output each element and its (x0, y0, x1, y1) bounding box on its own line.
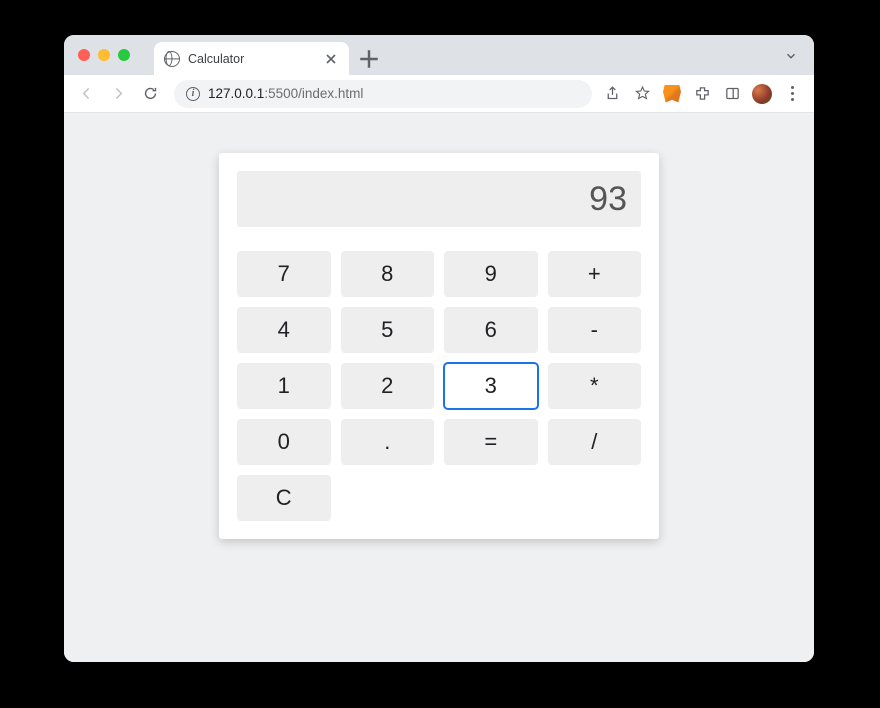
window-minimize-button[interactable] (98, 49, 110, 61)
calculator-keypad: 7 8 9 + 4 5 6 - 1 2 3 * 0 . = / (237, 251, 641, 465)
browser-window: Calculator i 127.0.0.1:5500/index.html (64, 35, 814, 662)
clear-row: C (237, 475, 641, 521)
key-plus[interactable]: + (548, 251, 642, 297)
close-tab-button[interactable] (323, 51, 339, 67)
key-clear[interactable]: C (237, 475, 331, 521)
side-panel-icon[interactable] (722, 84, 742, 104)
key-0[interactable]: 0 (237, 419, 331, 465)
key-divide[interactable]: / (548, 419, 642, 465)
key-7[interactable]: 7 (237, 251, 331, 297)
toolbar-actions (602, 84, 806, 104)
address-bar[interactable]: i 127.0.0.1:5500/index.html (174, 80, 592, 108)
browser-menu-button[interactable] (782, 84, 802, 104)
window-fullscreen-button[interactable] (118, 49, 130, 61)
key-multiply[interactable]: * (548, 363, 642, 409)
key-4[interactable]: 4 (237, 307, 331, 353)
back-button[interactable] (72, 80, 100, 108)
key-1[interactable]: 1 (237, 363, 331, 409)
chevron-down-icon[interactable] (784, 49, 802, 61)
window-close-button[interactable] (78, 49, 90, 61)
key-equals[interactable]: = (444, 419, 538, 465)
extension-metamask-icon[interactable] (662, 84, 682, 104)
page-viewport: 93 7 8 9 + 4 5 6 - 1 2 3 * 0 . = / C (64, 113, 814, 662)
key-9[interactable]: 9 (444, 251, 538, 297)
key-2[interactable]: 2 (341, 363, 435, 409)
calculator-display: 93 (237, 171, 641, 227)
key-dot[interactable]: . (341, 419, 435, 465)
key-8[interactable]: 8 (341, 251, 435, 297)
bookmark-icon[interactable] (632, 84, 652, 104)
tab-title: Calculator (188, 52, 323, 66)
key-5[interactable]: 5 (341, 307, 435, 353)
calculator-app: 93 7 8 9 + 4 5 6 - 1 2 3 * 0 . = / C (219, 153, 659, 539)
key-3[interactable]: 3 (444, 363, 538, 409)
new-tab-button[interactable] (355, 45, 383, 73)
site-info-icon[interactable]: i (186, 87, 200, 101)
share-icon[interactable] (602, 84, 622, 104)
extensions-icon[interactable] (692, 84, 712, 104)
browser-toolbar: i 127.0.0.1:5500/index.html (64, 75, 814, 113)
window-controls (78, 49, 130, 61)
address-host: 127.0.0.1 (208, 86, 264, 101)
key-6[interactable]: 6 (444, 307, 538, 353)
profile-avatar[interactable] (752, 84, 772, 104)
reload-button[interactable] (136, 80, 164, 108)
address-path: :5500/index.html (264, 86, 363, 101)
browser-tab[interactable]: Calculator (154, 42, 349, 75)
tab-bar: Calculator (64, 35, 814, 75)
forward-button[interactable] (104, 80, 132, 108)
globe-icon (164, 51, 180, 67)
key-minus[interactable]: - (548, 307, 642, 353)
